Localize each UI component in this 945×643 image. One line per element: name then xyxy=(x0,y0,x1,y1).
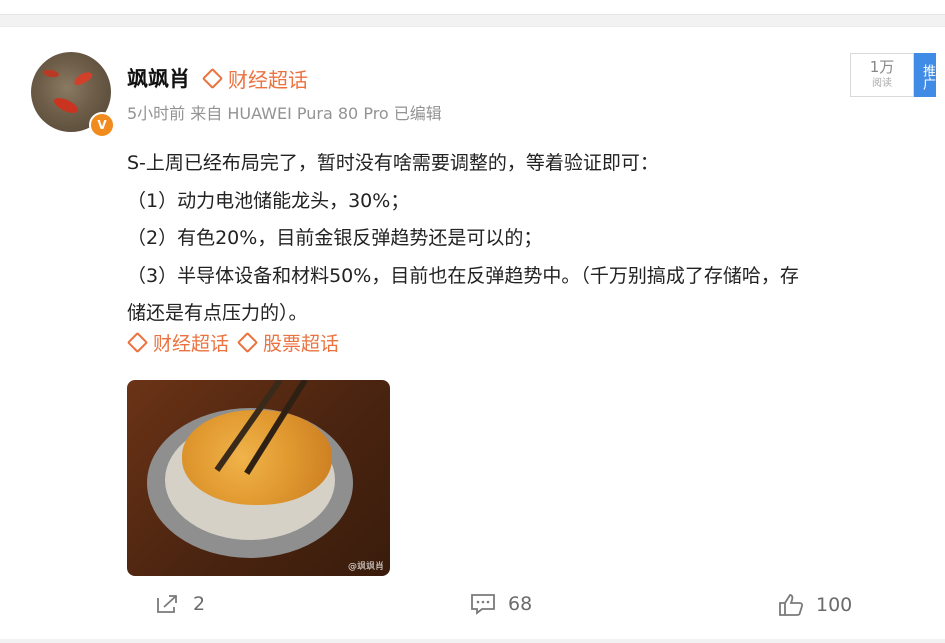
like-button[interactable]: 100 xyxy=(778,593,852,617)
previous-card-bottom xyxy=(0,0,945,15)
diamond-icon xyxy=(236,331,259,354)
post-line: （2）有色20%，目前金银反弹趋势还是可以的； xyxy=(127,227,543,249)
comment-count: 68 xyxy=(508,593,533,615)
user-topic-badge-label: 财经超话 xyxy=(228,67,308,92)
user-topic-badge[interactable]: 财经超话 xyxy=(201,64,308,93)
image-watermark: @飒飒肖 xyxy=(347,562,384,572)
post-meta: 5小时前 来自 HUAWEI Pura 80 Pro 已编辑 xyxy=(127,104,442,123)
diamond-icon xyxy=(126,331,149,354)
post-line: （3）半导体设备和材料50%，目前也在反弹趋势中。（千万别搞成了存储哈，存 xyxy=(127,264,799,287)
user-name[interactable]: 飒飒肖 xyxy=(127,63,190,93)
views-count: 1万 xyxy=(869,58,895,76)
comment-icon xyxy=(471,594,495,615)
post-line: S-上周已经布局完了，暂时没有啥需要调整的，等着验证即可： xyxy=(127,152,659,174)
comment-button[interactable]: 68 xyxy=(470,593,532,615)
share-button[interactable]: 2 xyxy=(155,593,205,615)
post-line: （1）动力电池储能龙头，30%； xyxy=(127,189,410,212)
topic-link-label: 财经超话 xyxy=(153,333,230,355)
thumbs-up-icon xyxy=(779,594,804,616)
post-text: S-上周已经布局完了，暂时没有啥需要调整的，等着验证即可： （1）动力电池储能龙… xyxy=(127,145,945,333)
action-bar: 2 68 100 xyxy=(0,593,945,623)
topic-link-finance[interactable]: 财经超话 xyxy=(126,329,230,356)
diamond-icon xyxy=(201,67,224,89)
share-count: 2 xyxy=(193,593,206,615)
user-line: 飒飒肖 财经超话 xyxy=(127,63,308,93)
share-icon xyxy=(157,595,177,613)
post-line: 储还是有点压力的）。 xyxy=(127,302,308,324)
topic-links: 财经超话 股票超话 xyxy=(126,329,347,356)
topic-link-stocks[interactable]: 股票超话 xyxy=(236,329,340,356)
avatar-fish xyxy=(51,95,81,116)
promo-box[interactable]: 1万 阅读 推广 xyxy=(850,53,936,97)
topic-link-label: 股票超话 xyxy=(263,333,340,355)
views-label: 阅读 xyxy=(872,78,892,89)
avatar-fish xyxy=(72,69,94,88)
like-count: 100 xyxy=(816,594,853,616)
post-image[interactable]: @飒飒肖 xyxy=(127,380,390,576)
views-box: 1万 阅读 xyxy=(850,53,914,97)
verified-badge-icon: V xyxy=(89,112,115,138)
promo-tag[interactable]: 推广 xyxy=(914,53,936,97)
avatar-fish xyxy=(42,68,60,79)
weibo-post-card: V 飒飒肖 财经超话 5小时前 来自 HUAWEI Pura 80 Pro 已编… xyxy=(0,26,945,639)
